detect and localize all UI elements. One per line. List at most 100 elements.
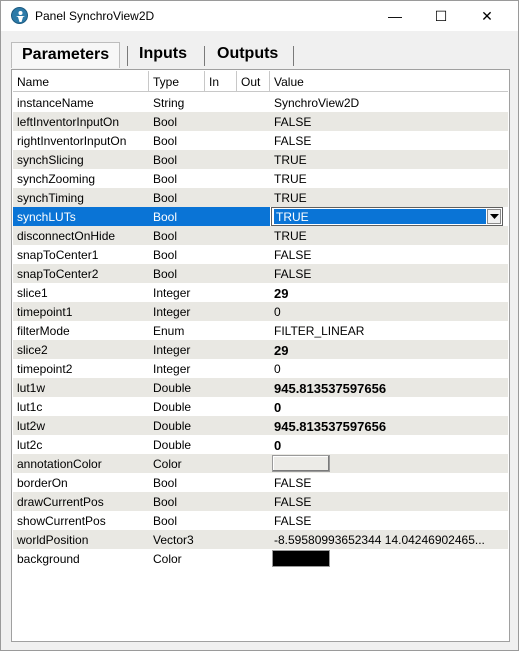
param-value[interactable]: TRUE xyxy=(270,169,508,188)
table-row[interactable]: borderOn Bool FALSE xyxy=(13,473,508,492)
tab-bar: Parameters Inputs Outputs xyxy=(11,42,311,69)
param-name: filterMode xyxy=(17,324,70,338)
column-header-out[interactable]: Out xyxy=(237,71,270,92)
tab-inputs[interactable]: Inputs xyxy=(129,42,197,68)
close-button[interactable]: ✕ xyxy=(464,1,510,31)
param-value[interactable]: 0 xyxy=(270,359,508,378)
table-row[interactable]: synchZooming Bool TRUE xyxy=(13,169,508,188)
tab-outputs[interactable]: Outputs xyxy=(207,42,288,68)
param-type: Bool xyxy=(153,134,178,148)
param-value[interactable]: SynchroView2D xyxy=(270,93,508,112)
param-name: disconnectOnHide xyxy=(17,229,116,243)
param-value[interactable]: -8.59580993652344 14.04246902465... xyxy=(270,530,508,549)
param-type: Double xyxy=(153,438,192,452)
param-value[interactable]: FALSE xyxy=(270,264,508,283)
maximize-icon: ☐ xyxy=(434,7,448,24)
table-row[interactable]: snapToCenter1 Bool FALSE xyxy=(13,245,508,264)
table-row[interactable]: annotationColor Color xyxy=(13,454,508,473)
param-type: Bool xyxy=(153,191,178,205)
table-header: Name Type In Out Value xyxy=(13,71,508,92)
param-type: Color xyxy=(153,457,182,471)
table-row[interactable]: lut2c Double 0 xyxy=(13,435,508,454)
table-row[interactable]: slice1 Integer 29 xyxy=(13,283,508,302)
param-name: lut2c xyxy=(17,438,43,452)
table-row[interactable]: leftInventorInputOn Bool FALSE xyxy=(13,112,508,131)
maximize-button[interactable]: ☐ xyxy=(418,1,464,31)
param-name: timepoint2 xyxy=(17,362,73,376)
param-type: Bool xyxy=(153,248,178,262)
param-value[interactable]: FALSE xyxy=(270,473,508,492)
param-value[interactable]: FALSE xyxy=(270,112,508,131)
param-name: showCurrentPos xyxy=(17,514,106,528)
table-row[interactable]: filterMode Enum FILTER_LINEAR xyxy=(13,321,508,340)
param-name: rightInventorInputOn xyxy=(17,134,127,148)
title-bar[interactable]: Panel SynchroView2D — ☐ ✕ xyxy=(1,1,518,31)
param-value[interactable]: TRUE xyxy=(270,226,508,245)
column-header-type[interactable]: Type xyxy=(149,71,205,92)
table-row[interactable]: instanceName String SynchroView2D xyxy=(13,93,508,112)
param-name: annotationColor xyxy=(17,457,102,471)
table-row[interactable]: timepoint1 Integer 0 xyxy=(13,302,508,321)
close-icon: ✕ xyxy=(481,7,493,24)
param-name: leftInventorInputOn xyxy=(17,115,120,129)
value-combobox[interactable]: TRUE xyxy=(271,207,503,226)
param-name: slice1 xyxy=(17,286,48,300)
table-row[interactable]: synchSlicing Bool TRUE xyxy=(13,150,508,169)
table-row[interactable]: synchLUTs Bool TRUE xyxy=(13,207,508,226)
table-row[interactable]: lut1c Double 0 xyxy=(13,397,508,416)
param-type: Integer xyxy=(153,362,191,376)
param-name: synchZooming xyxy=(17,172,96,186)
param-value[interactable]: FALSE xyxy=(270,511,508,530)
param-type: Double xyxy=(153,400,192,414)
column-header-in[interactable]: In xyxy=(205,71,237,92)
table-row[interactable]: lut2w Double 945.813537597656 xyxy=(13,416,508,435)
table-row[interactable]: slice2 Integer 29 xyxy=(13,340,508,359)
param-value[interactable]: 29 xyxy=(270,283,508,302)
param-name: borderOn xyxy=(17,476,68,490)
param-value[interactable]: TRUE xyxy=(270,150,508,169)
param-name: synchSlicing xyxy=(17,153,84,167)
param-name: synchTiming xyxy=(17,191,84,205)
column-header-name[interactable]: Name xyxy=(13,71,149,92)
param-type: Bool xyxy=(153,172,178,186)
param-value[interactable]: TRUE xyxy=(270,188,508,207)
param-value[interactable]: 0 xyxy=(270,435,508,454)
table-row[interactable]: lut1w Double 945.813537597656 xyxy=(13,378,508,397)
param-name: lut1c xyxy=(17,400,43,414)
param-type: Bool xyxy=(153,514,178,528)
table-row[interactable]: worldPosition Vector3 -8.59580993652344 14… xyxy=(13,530,508,549)
param-value[interactable]: FALSE xyxy=(270,245,508,264)
table-row[interactable]: background Color xyxy=(13,549,508,568)
param-value[interactable]: FALSE xyxy=(270,492,508,511)
minimize-button[interactable]: — xyxy=(372,1,418,31)
param-value[interactable]: FALSE xyxy=(270,131,508,150)
column-header-value[interactable]: Value xyxy=(270,71,508,92)
param-name: synchLUTs xyxy=(13,207,149,226)
table-row[interactable]: synchTiming Bool TRUE xyxy=(13,188,508,207)
table-row[interactable]: rightInventorInputOn Bool FALSE xyxy=(13,131,508,150)
param-type: Integer xyxy=(153,305,191,319)
table-row[interactable]: disconnectOnHide Bool TRUE xyxy=(13,226,508,245)
tab-parameters[interactable]: Parameters xyxy=(11,42,121,68)
param-name: timepoint1 xyxy=(17,305,73,319)
param-value[interactable]: 0 xyxy=(270,302,508,321)
tab-separator xyxy=(293,46,294,66)
combobox-value: TRUE xyxy=(274,209,486,224)
table-row[interactable]: snapToCenter2 Bool FALSE xyxy=(13,264,508,283)
param-type: Bool xyxy=(153,476,178,490)
color-swatch[interactable] xyxy=(272,455,330,472)
color-swatch[interactable] xyxy=(272,550,330,567)
table-row[interactable]: drawCurrentPos Bool FALSE xyxy=(13,492,508,511)
param-value[interactable]: 29 xyxy=(270,340,508,359)
param-value[interactable]: 0 xyxy=(270,397,508,416)
dropdown-arrow-icon[interactable] xyxy=(487,209,501,224)
tab-separator xyxy=(204,46,205,66)
param-type: Bool xyxy=(153,153,178,167)
table-row[interactable]: timepoint2 Integer 0 xyxy=(13,359,508,378)
param-value[interactable]: 945.813537597656 xyxy=(270,416,508,435)
param-value[interactable]: 945.813537597656 xyxy=(270,378,508,397)
param-value[interactable]: FILTER_LINEAR xyxy=(270,321,508,340)
table-row[interactable]: showCurrentPos Bool FALSE xyxy=(13,511,508,530)
window-title: Panel SynchroView2D xyxy=(35,9,155,23)
param-name: snapToCenter2 xyxy=(17,267,99,281)
